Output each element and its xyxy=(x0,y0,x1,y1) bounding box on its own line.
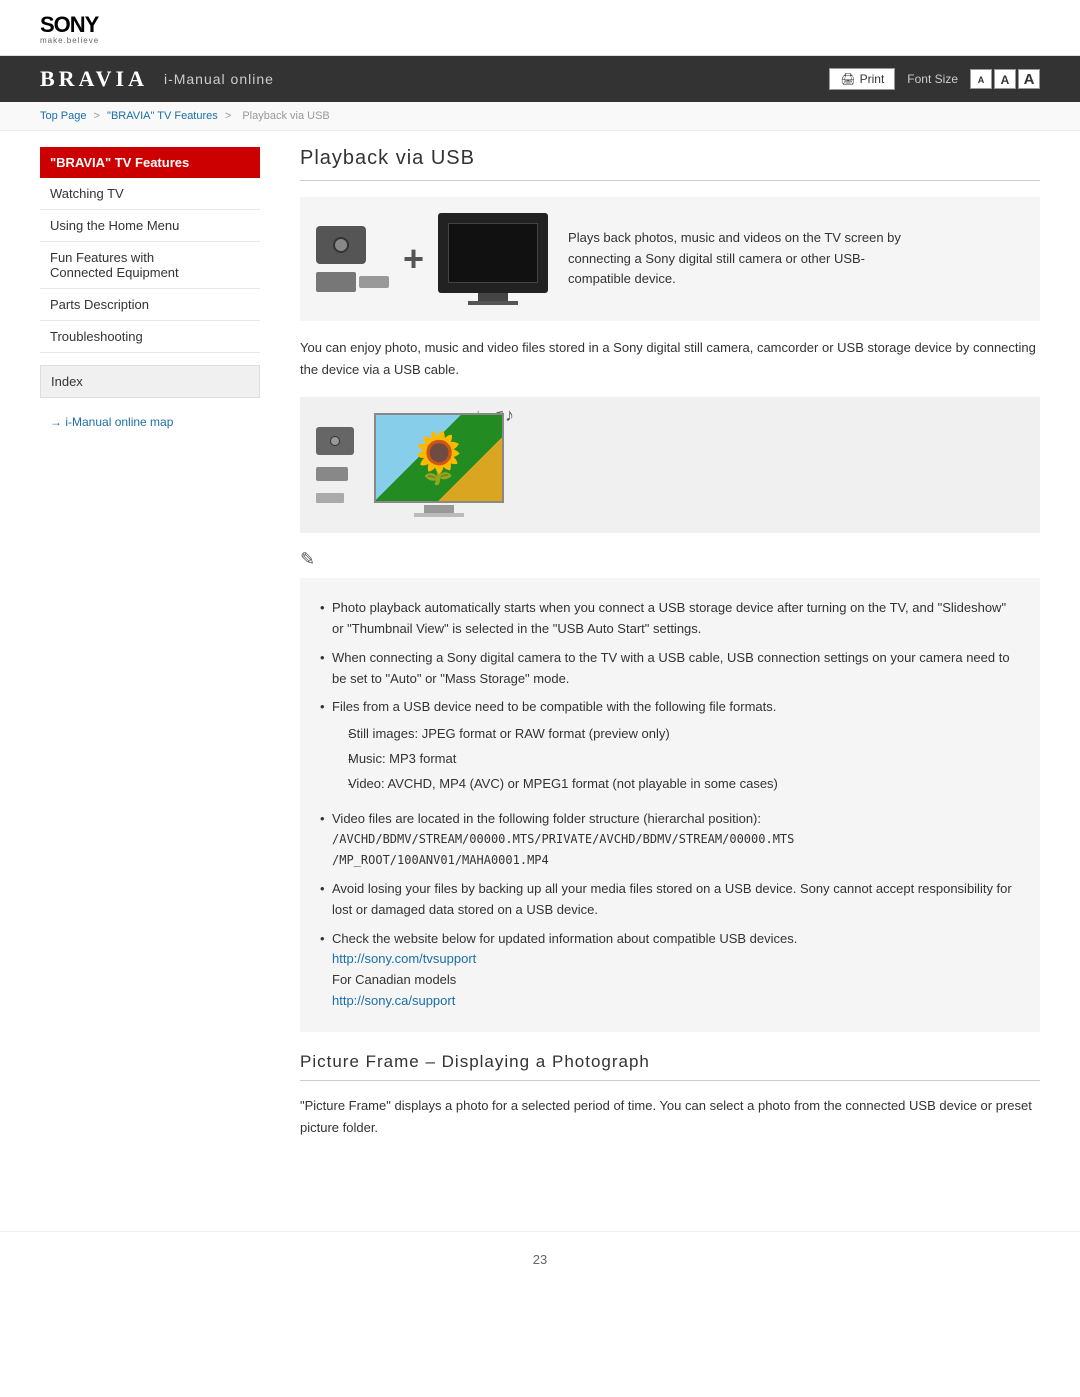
bravia-logo: BRAVIA xyxy=(40,66,148,92)
second-illus-wrapper xyxy=(316,427,354,503)
main-layout: "BRAVIA" TV Features Watching TV Using t… xyxy=(0,131,1080,1211)
font-large-button[interactable]: A xyxy=(1018,69,1040,89)
tv-base-2 xyxy=(414,513,464,517)
index-label: Index xyxy=(51,374,83,389)
print-label: Print xyxy=(860,72,885,86)
top-image-section: + Plays back photos, music and videos on… xyxy=(300,197,1040,321)
manual-map-link[interactable]: i-Manual online map xyxy=(50,415,173,429)
sidebar-item-index[interactable]: Index xyxy=(40,365,260,398)
section2-desc: "Picture Frame" displays a photo for a s… xyxy=(300,1095,1040,1139)
font-small-button[interactable]: A xyxy=(970,69,992,89)
camera-icon xyxy=(316,226,366,264)
usb-devices xyxy=(316,272,389,292)
sunflower-image: 🌻 xyxy=(408,429,470,488)
usb-stick xyxy=(316,467,348,481)
bullet-item-3: Files from a USB device need to be compa… xyxy=(320,693,1020,804)
tv-combo xyxy=(438,213,548,305)
bravia-subtitle: i-Manual online xyxy=(164,71,274,87)
usb-chain xyxy=(316,427,354,503)
sony-support-link[interactable]: http://sony.com/tvsupport xyxy=(332,951,476,966)
bullet-item-1: Photo playback automatically starts when… xyxy=(320,594,1020,644)
breadcrumb: Top Page > "BRAVIA" TV Features > Playba… xyxy=(0,102,1080,131)
bullet-item-4: Video files are located in the following… xyxy=(320,805,1020,875)
top-description: Plays back photos, music and videos on t… xyxy=(568,228,908,290)
usb-drive xyxy=(316,493,344,503)
usb-device-1 xyxy=(316,272,356,292)
breadcrumb-sep2: > xyxy=(225,110,231,122)
sidebar-manual-map: i-Manual online map xyxy=(40,408,260,435)
bullet-list: Photo playback automatically starts when… xyxy=(320,594,1020,1016)
sub-item-1: Still images: JPEG format or RAW format … xyxy=(348,722,1020,747)
notes-section: Photo playback automatically starts when… xyxy=(300,578,1040,1032)
device-icons xyxy=(316,226,389,292)
sidebar: "BRAVIA" TV Features Watching TV Using t… xyxy=(0,131,280,1171)
font-size-label: Font Size xyxy=(907,72,958,86)
sidebar-item-home-menu[interactable]: Using the Home Menu xyxy=(40,210,260,242)
sidebar-item-bravia-tv-features[interactable]: "BRAVIA" TV Features xyxy=(40,147,260,178)
camera-lens xyxy=(333,237,349,253)
photo-display: 🌻 xyxy=(374,413,504,503)
sidebar-label: Parts Description xyxy=(50,297,149,312)
photo-display-wrapper: ♩♫♪ 🌻 xyxy=(374,413,504,517)
tv-icon xyxy=(438,213,548,293)
tv-stand xyxy=(478,293,508,301)
plus-sign: + xyxy=(403,238,424,280)
bullet-item-6: Check the website below for updated info… xyxy=(320,925,1020,1016)
sony-ca-link[interactable]: http://sony.ca/support xyxy=(332,993,455,1008)
breadcrumb-top[interactable]: Top Page xyxy=(40,110,86,122)
breadcrumb-current: Playback via USB xyxy=(242,110,329,122)
bravia-banner: BRAVIA i-Manual online 🖨 Print Font Size… xyxy=(0,56,1080,102)
print-button[interactable]: 🖨 Print xyxy=(829,68,895,90)
tv-screen xyxy=(448,223,538,283)
font-medium-button[interactable]: A xyxy=(994,69,1016,89)
font-size-controls: A A A xyxy=(970,69,1040,89)
chain-camera xyxy=(316,427,354,455)
chain-usb1 xyxy=(316,467,348,481)
sidebar-label: Using the Home Menu xyxy=(50,218,179,233)
sidebar-item-fun-features[interactable]: Fun Features withConnected Equipment xyxy=(40,242,260,289)
sony-tagline: make.believe xyxy=(40,36,1040,45)
main-content: Playback via USB + xyxy=(280,131,1080,1171)
canadian-label: For Canadian models xyxy=(332,972,456,987)
second-illustration: ♩♫♪ 🌻 xyxy=(300,397,1040,533)
sidebar-label: Watching TV xyxy=(50,186,124,201)
sony-header: SONY make.believe xyxy=(0,0,1080,56)
sony-logo: SONY xyxy=(40,14,1040,36)
sub-list: Still images: JPEG format or RAW format … xyxy=(332,722,1020,796)
usb-device-2 xyxy=(359,276,389,288)
sidebar-label: Troubleshooting xyxy=(50,329,143,344)
tv-base xyxy=(468,301,518,305)
note-icon: ✎ xyxy=(300,549,1040,570)
small-lens xyxy=(330,436,340,446)
path-text-1: /AVCHD/BDMV/STREAM/00000.MTS/PRIVATE/AVC… xyxy=(332,832,794,846)
small-camera xyxy=(316,427,354,455)
sidebar-label: Fun Features withConnected Equipment xyxy=(50,250,179,280)
sidebar-item-watching-tv[interactable]: Watching TV xyxy=(40,178,260,210)
chain-usb2 xyxy=(316,493,344,503)
sidebar-item-troubleshooting[interactable]: Troubleshooting xyxy=(40,321,260,353)
sub-item-2: Music: MP3 format xyxy=(348,747,1020,772)
breadcrumb-sep1: > xyxy=(94,110,100,122)
sidebar-item-parts-description[interactable]: Parts Description xyxy=(40,289,260,321)
path-text-2: /MP_ROOT/100ANV01/MAHA0001.MP4 xyxy=(332,853,549,867)
breadcrumb-bravia[interactable]: "BRAVIA" TV Features xyxy=(107,110,218,122)
sub-item-3: Video: AVCHD, MP4 (AVC) or MPEG1 format … xyxy=(348,772,1020,797)
page-number: 23 xyxy=(0,1231,1080,1287)
section2-title: Picture Frame – Displaying a Photograph xyxy=(300,1052,1040,1081)
banner-right: 🖨 Print Font Size A A A xyxy=(829,68,1040,90)
tv-stand-2 xyxy=(424,505,454,513)
printer-icon: 🖨 xyxy=(840,72,855,86)
bullet-item-2: When connecting a Sony digital camera to… xyxy=(320,644,1020,694)
bullet-item-5: Avoid losing your files by backing up al… xyxy=(320,875,1020,925)
page-title: Playback via USB xyxy=(300,147,1040,181)
sidebar-label: "BRAVIA" TV Features xyxy=(50,155,189,170)
bravia-title: BRAVIA i-Manual online xyxy=(40,66,274,92)
usb-illustration: + xyxy=(316,213,548,305)
desc-paragraph: You can enjoy photo, music and video fil… xyxy=(300,337,1040,381)
